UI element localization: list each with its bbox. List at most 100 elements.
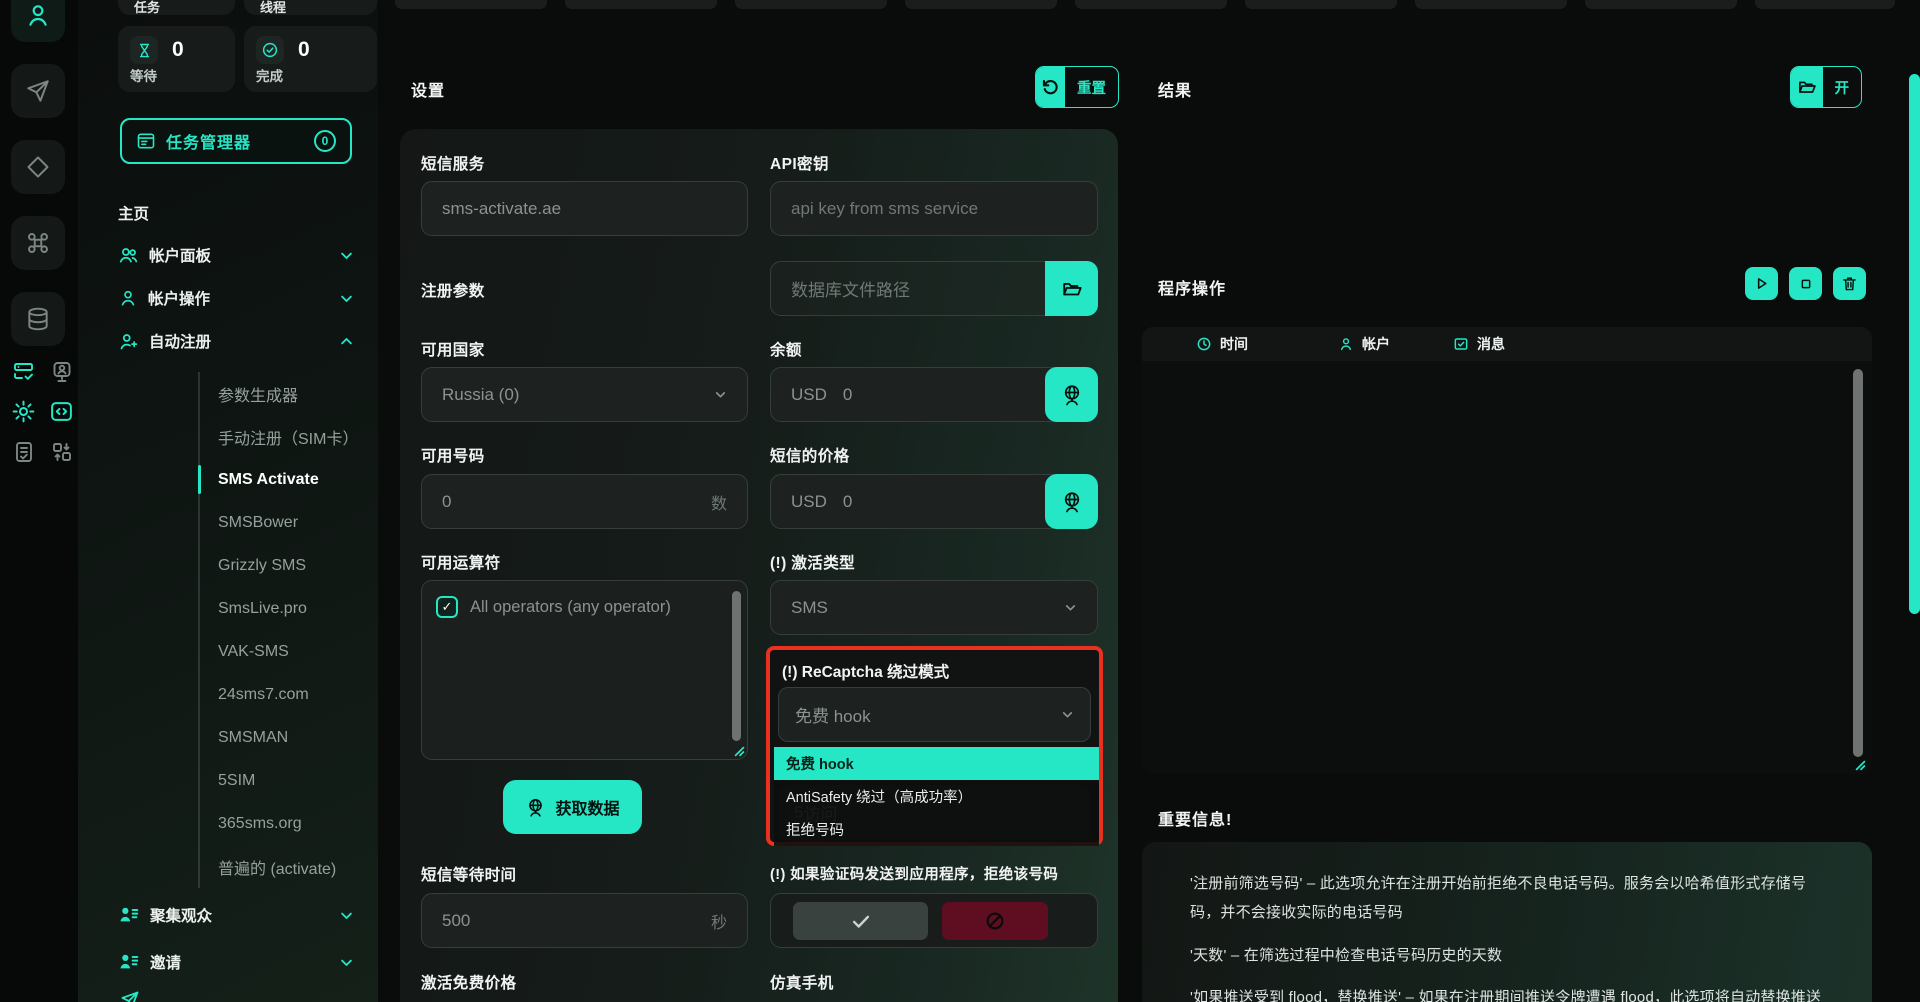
top-tab[interactable] xyxy=(1585,0,1737,9)
sidebar-item-home[interactable]: 主页 xyxy=(118,198,354,228)
service-item[interactable]: SmsLive.pro xyxy=(200,587,378,630)
column-header-time[interactable]: 时间 xyxy=(1196,327,1248,361)
input-suffix: 数 xyxy=(711,490,727,514)
dropdown-option[interactable]: AntiSafety 绕过（高成功率） xyxy=(774,780,1099,813)
column-header-account[interactable]: 帐户 xyxy=(1338,327,1390,361)
stat-card-waiting: 0 等待 xyxy=(118,26,235,92)
top-tab[interactable] xyxy=(1075,0,1227,9)
nav-label: 聚集观众 xyxy=(150,904,212,926)
sidebar-item-auto-register[interactable]: 自动注册 xyxy=(118,326,354,356)
top-tab[interactable] xyxy=(1415,0,1567,9)
sidebar-item-invite[interactable]: 邀请 xyxy=(118,947,354,977)
service-item[interactable]: VAK-SMS xyxy=(200,630,378,673)
top-tab[interactable] xyxy=(565,0,717,9)
chevron-down-icon xyxy=(339,291,354,306)
fetch-price-button[interactable] xyxy=(1045,474,1098,529)
stat-label: 线程 xyxy=(260,0,286,16)
app-root: 任务 线程 0 等待 0 完成 任务管理器 0 主页 xyxy=(0,0,1920,1002)
trash-button[interactable] xyxy=(1833,267,1866,300)
section-label: 注册参数 xyxy=(421,279,485,301)
service-item[interactable]: SMSBower xyxy=(200,501,378,544)
database-rail-button[interactable] xyxy=(11,292,65,346)
code-window-icon[interactable] xyxy=(48,398,75,425)
top-tab[interactable] xyxy=(1245,0,1397,9)
send-rail-button[interactable] xyxy=(11,64,65,118)
top-tab[interactable] xyxy=(1755,0,1895,9)
command-rail-button[interactable] xyxy=(11,216,65,270)
operators-listbox[interactable]: ✓ All operators (any operator) xyxy=(421,580,748,760)
program-ops-title: 程序操作 xyxy=(1158,275,1226,299)
db-path-input[interactable]: 数据库文件路径 xyxy=(770,261,1098,316)
rotate-ccw-icon xyxy=(1036,67,1065,107)
recaptcha-select[interactable]: 免费 hook xyxy=(778,687,1091,742)
api-key-input[interactable]: api key from sms service xyxy=(770,181,1098,236)
reset-button[interactable]: 重置 xyxy=(1035,66,1119,108)
important-info-title: 重要信息! xyxy=(1158,806,1232,830)
select-value: SMS xyxy=(791,598,828,618)
top-tab[interactable] xyxy=(395,0,547,9)
browse-folder-button[interactable] xyxy=(1045,261,1098,316)
clock-icon xyxy=(1196,336,1212,352)
activation-type-select[interactable]: SMS xyxy=(770,580,1098,635)
resize-handle-icon[interactable] xyxy=(1855,760,1866,771)
page-scrollbar[interactable] xyxy=(1909,74,1920,614)
users-list-icon xyxy=(118,951,140,973)
service-item[interactable]: 普遍的 (activate) xyxy=(200,845,378,888)
webcam-user-icon[interactable] xyxy=(48,358,75,385)
top-tab[interactable] xyxy=(905,0,1057,9)
dropdown-option[interactable]: 拒绝号码 xyxy=(774,813,1099,846)
dropdown-option-selected[interactable]: 免费 hook xyxy=(774,747,1099,780)
block-button[interactable] xyxy=(942,902,1048,940)
table-scrollbar[interactable] xyxy=(1853,369,1863,757)
fetch-data-button[interactable]: 获取数据 xyxy=(503,780,642,834)
task-manager-button[interactable]: 任务管理器 0 xyxy=(120,118,352,164)
stop-button[interactable] xyxy=(1789,267,1822,300)
service-item[interactable]: 24sms7.com xyxy=(200,673,378,716)
listbox-scrollbar[interactable] xyxy=(732,591,741,741)
diamond-rail-button[interactable] xyxy=(11,140,65,194)
stat-card-tasks: 任务 xyxy=(118,0,235,15)
balance-input[interactable]: USD 0 xyxy=(770,367,1098,422)
recaptcha-dropdown: 免费 hook AntiSafety 绕过（高成功率） 拒绝号码 xyxy=(774,747,1099,846)
column-label: 时间 xyxy=(1220,334,1248,354)
accept-button[interactable] xyxy=(793,902,928,940)
open-results-button[interactable]: 开 xyxy=(1790,66,1862,108)
user-icon xyxy=(1338,336,1354,352)
sidebar-item-account-ops[interactable]: 帐户操作 xyxy=(118,283,354,313)
server-check-icon[interactable] xyxy=(10,358,37,385)
sms-wait-input[interactable]: 500 秒 xyxy=(421,893,748,948)
service-item[interactable]: 365sms.org xyxy=(200,802,378,845)
service-item[interactable]: 5SIM xyxy=(200,759,378,802)
input-value: 500 xyxy=(442,911,470,931)
service-item[interactable]: 参数生成器 xyxy=(200,372,378,415)
profile-rail-button[interactable] xyxy=(11,0,65,42)
service-item-active[interactable]: SMS Activate xyxy=(200,458,378,501)
document-check-icon[interactable] xyxy=(10,438,37,465)
sms-service-input[interactable]: sms-activate.ae xyxy=(421,181,748,236)
input-value: 0 xyxy=(843,385,852,405)
sidebar-item-gather-audience[interactable]: 聚集观众 xyxy=(118,900,354,930)
info-paragraph: '如果推送受到 flood，替换推送' – 如果在注册期间推送令牌遭遇 floo… xyxy=(1190,983,1824,1002)
field-label: (!) 激活类型 xyxy=(770,551,855,573)
task-manager-badge: 0 xyxy=(314,130,336,152)
top-tab[interactable] xyxy=(735,0,887,9)
field-label: 短信的价格 xyxy=(770,444,850,466)
sidebar-item-account-panel[interactable]: 帐户面板 xyxy=(118,240,354,270)
fetch-balance-button[interactable] xyxy=(1045,367,1098,422)
users-list-icon xyxy=(118,904,140,926)
sms-price-input[interactable]: USD 0 xyxy=(770,474,1098,529)
input-suffix: 秒 xyxy=(711,909,727,933)
swap-icon[interactable] xyxy=(48,438,75,465)
service-item[interactable]: SMSMAN xyxy=(200,716,378,759)
stat-card-threads: 线程 xyxy=(244,0,377,15)
gear-icon[interactable] xyxy=(10,398,37,425)
service-item[interactable]: Grizzly SMS xyxy=(200,544,378,587)
folder-icon xyxy=(1791,67,1823,107)
countries-select[interactable]: Russia (0) xyxy=(421,367,748,422)
column-header-message[interactable]: 消息 xyxy=(1453,327,1505,361)
resize-handle-icon[interactable] xyxy=(734,746,745,757)
play-button[interactable] xyxy=(1745,267,1778,300)
checkbox-checked[interactable]: ✓ xyxy=(436,596,458,618)
service-item[interactable]: 手动注册（SIM卡） xyxy=(200,415,378,458)
numbers-input[interactable]: 0 数 xyxy=(421,474,748,529)
